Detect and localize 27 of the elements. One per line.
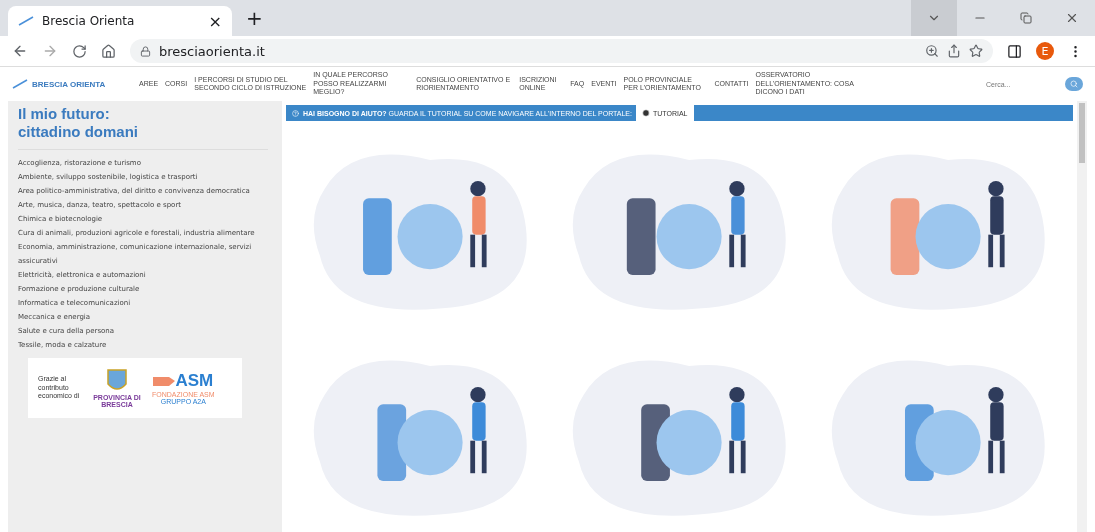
profile-avatar[interactable]: E — [1036, 42, 1054, 60]
site-logo[interactable]: BRESCIA ORIENTA — [32, 79, 106, 89]
share-icon[interactable] — [947, 44, 961, 58]
restore-icon[interactable] — [1020, 12, 1032, 24]
site-logo-icon — [12, 79, 28, 89]
new-tab-button[interactable]: + — [246, 6, 263, 30]
reload-icon[interactable] — [72, 43, 87, 59]
search-button[interactable] — [1065, 77, 1083, 91]
search-icon — [1070, 80, 1078, 88]
tab-title: Brescia Orienta — [42, 14, 136, 28]
site-logo-icon — [18, 16, 34, 26]
logo-text: ASM — [175, 371, 214, 391]
address-bar[interactable]: bresciaorienta.it — [130, 39, 993, 63]
close-icon[interactable] — [1065, 11, 1079, 25]
browser-tab[interactable]: Brescia Orienta × — [8, 6, 232, 36]
sidebar-title: Il mio futuro: cittadino domani — [18, 105, 139, 141]
bookmark-star-icon[interactable] — [969, 44, 983, 58]
tab-close-button[interactable]: × — [208, 11, 222, 31]
play-icon — [642, 109, 650, 117]
zoom-icon[interactable] — [925, 44, 939, 58]
back-icon[interactable] — [12, 43, 28, 59]
home-icon[interactable] — [101, 43, 116, 59]
lock-icon — [140, 45, 151, 57]
side-panel-icon[interactable] — [1007, 43, 1022, 59]
url-text: bresciaorienta.it — [159, 43, 266, 59]
help-icon — [292, 109, 299, 117]
scrollbar[interactable] — [1077, 101, 1087, 532]
